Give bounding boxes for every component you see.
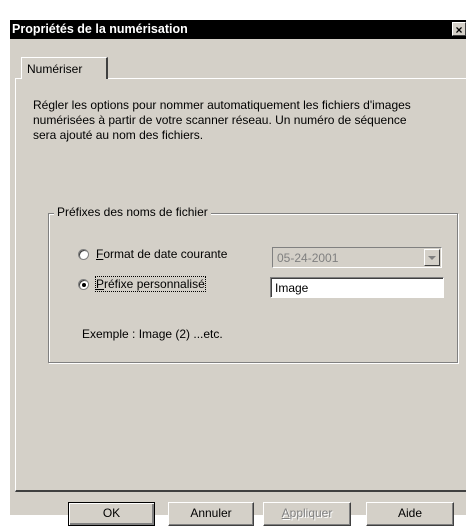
tab-scan-label: Numériser [27,62,83,76]
close-icon[interactable]: × [452,22,466,37]
date-format-value: 05-24-2001 [277,251,339,265]
help-button[interactable]: Aide [366,502,454,526]
apply-button[interactable]: Appliquer [263,502,351,526]
tab-scan[interactable]: Numériser [21,57,108,79]
title-bar[interactable]: Propriétés de la numérisation × [10,20,466,39]
scan-properties-dialog: Propriétés de la numérisation × Numérise… [10,20,466,526]
example-text: Exemple : Image (2) ...etc. [82,327,223,341]
custom-prefix-radio[interactable] [78,279,89,290]
group-title: Préfixes des noms de fichier [54,205,211,219]
date-format-label[interactable]: Format de date courante [96,247,227,261]
date-format-radio[interactable] [78,249,89,260]
cancel-button[interactable]: Annuler [168,502,254,526]
ok-button[interactable]: OK [68,502,155,526]
custom-prefix-value: Image [275,281,309,295]
description-text: Régler les options pour nommer automatiq… [33,98,411,142]
chevron-down-icon[interactable] [424,249,440,266]
custom-prefix-input[interactable]: Image [270,277,444,298]
date-format-select[interactable]: 05-24-2001 [272,247,442,268]
custom-prefix-label[interactable]: Préfixe personnalisé [95,276,206,292]
window-title: Propriétés de la numérisation [12,22,188,36]
